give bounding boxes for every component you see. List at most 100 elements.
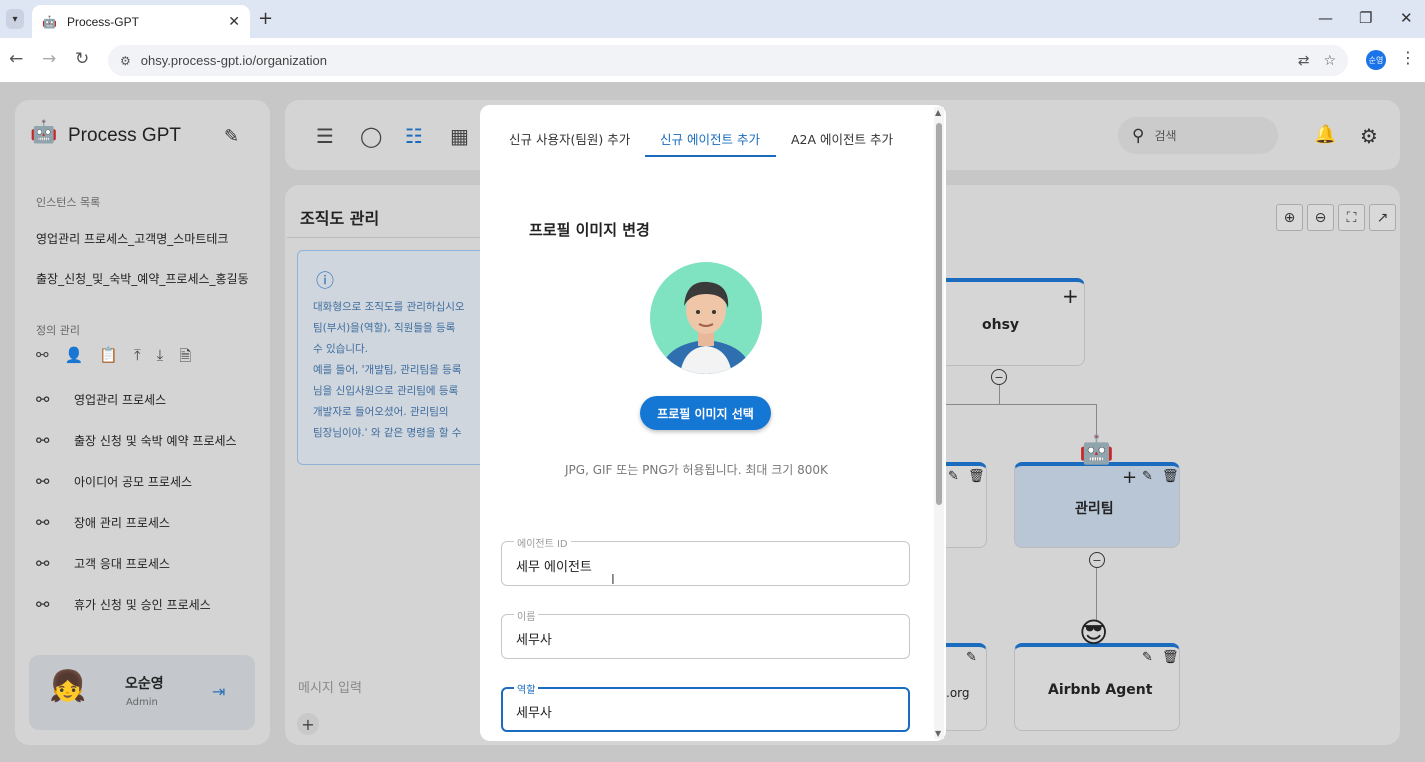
bookmark-star-icon[interactable]: ☆: [1323, 53, 1336, 69]
add-node-icon[interactable]: +: [1122, 467, 1137, 488]
forward-icon[interactable]: →: [42, 49, 56, 69]
tab-add-agent[interactable]: 신규 에이전트 추가: [660, 129, 760, 148]
process-flow-icon: ⚯: [36, 390, 50, 409]
tab-add-a2a-agent[interactable]: A2A 에이전트 추가: [791, 129, 893, 148]
zoom-in-icon[interactable]: ⊕: [1276, 204, 1303, 231]
new-tab-button[interactable]: +: [258, 8, 273, 29]
dialog-scrollbar-thumb[interactable]: [936, 123, 942, 505]
user-name: 오순영: [125, 676, 164, 692]
edit-node-icon[interactable]: ✎: [966, 650, 977, 665]
connector: [946, 404, 1097, 405]
translate-icon[interactable]: ⇄: [1298, 53, 1310, 69]
definitions-section-label: 정의 관리: [36, 324, 80, 337]
tab-indicator: [645, 155, 776, 157]
add-node-icon[interactable]: +: [1062, 284, 1079, 308]
address-bar[interactable]: ⚙ ohsy.process-gpt.io/organization ⇄ ☆: [108, 45, 1348, 76]
instance-item[interactable]: 출장_신청_및_숙박_예약_프로세스_홍길동: [36, 270, 256, 287]
download-icon[interactable]: ⤓: [157, 346, 164, 371]
document-icon[interactable]: 🗎: [179, 346, 191, 371]
reload-icon[interactable]: ↻: [75, 49, 89, 69]
org-node-agent-label: Airbnb Agent: [1048, 682, 1153, 698]
process-flow-icon: ⚯: [36, 431, 50, 450]
tab-search-chevron-icon[interactable]: ▾: [6, 9, 24, 29]
maximize-icon[interactable]: ❐: [1359, 9, 1372, 27]
close-window-icon[interactable]: ✕: [1400, 9, 1413, 27]
minimize-icon[interactable]: —: [1318, 9, 1333, 27]
back-icon[interactable]: ←: [9, 49, 23, 69]
connector: [1096, 404, 1097, 436]
edit-icon[interactable]: ✎: [224, 126, 239, 147]
process-item[interactable]: ⚯ 장애 관리 프로세스: [36, 513, 170, 532]
upload-icon[interactable]: ⤒: [134, 346, 141, 371]
url-text: ohsy.process-gpt.io/organization: [140, 53, 327, 68]
edit-node-icon[interactable]: ✎: [1142, 650, 1153, 665]
sort-icon[interactable]: ☰: [316, 124, 334, 148]
favicon-robot-icon: 🤖: [42, 14, 57, 29]
scroll-down-icon[interactable]: ▼: [935, 729, 941, 738]
edit-node-icon[interactable]: ✎: [948, 469, 959, 484]
notification-bell-icon[interactable]: 🔔: [1314, 124, 1336, 145]
delete-node-icon[interactable]: 🗑: [1162, 650, 1179, 665]
zoom-out-icon[interactable]: ⊖: [1307, 204, 1334, 231]
message-input[interactable]: 메시지 입력: [298, 677, 362, 696]
open-external-icon[interactable]: ↗: [1369, 204, 1396, 231]
scroll-up-icon[interactable]: ▲: [935, 108, 941, 117]
app-logo-robot-icon: 🤖: [30, 120, 58, 145]
user-role: Admin: [126, 697, 158, 708]
agent-avatar: 😎: [1079, 616, 1109, 649]
close-tab-icon[interactable]: ✕: [228, 14, 240, 30]
process-flow-icon: ⚯: [36, 554, 50, 573]
process-item[interactable]: ⚯ 휴가 신청 및 승인 프로세스: [36, 595, 211, 614]
browser-profile-avatar[interactable]: 순영: [1366, 50, 1386, 70]
instances-section-label: 인스턴스 목록: [36, 196, 101, 209]
grid-view-icon[interactable]: ▦: [450, 124, 469, 148]
role-label: 역할: [514, 681, 539, 696]
logout-icon[interactable]: ⇥: [212, 682, 225, 701]
team-robot-avatar: 🤖: [1079, 433, 1114, 466]
settings-gear-icon[interactable]: ⚙: [1360, 124, 1378, 148]
name-label: 이름: [514, 608, 539, 623]
instance-item[interactable]: 영업관리 프로세스_고객명_스마트테크: [36, 230, 256, 247]
process-flow-icon: ⚯: [36, 472, 50, 491]
org-node-team-label: 관리팀: [1075, 501, 1114, 517]
clipboard-icon[interactable]: 📋: [99, 346, 118, 371]
role-value: 세무사: [516, 706, 552, 721]
list-view-icon[interactable]: ☷: [405, 124, 423, 148]
partial-node-label: .org: [946, 686, 970, 700]
person-avatar-icon: [660, 281, 752, 374]
process-item[interactable]: ⚯ 고객 응대 프로세스: [36, 554, 170, 573]
process-map-icon[interactable]: ⚯: [36, 346, 49, 371]
process-item[interactable]: ⚯ 아이디어 공모 프로세스: [36, 472, 192, 491]
attach-plus-button[interactable]: +: [297, 713, 319, 735]
name-value: 세무사: [516, 633, 552, 648]
delete-node-icon[interactable]: 🗑: [968, 469, 985, 484]
fit-screen-icon[interactable]: ⛶: [1338, 204, 1365, 231]
collapse-icon[interactable]: −: [1089, 552, 1105, 568]
definition-toolbar: ⚯ 👤 📋 ⤒ ⤓ 🗎: [36, 346, 191, 371]
page-title: 조직도 관리: [300, 209, 380, 228]
role-field[interactable]: [501, 687, 910, 732]
profile-avatar-image: [650, 262, 762, 374]
info-text: 대화형으로 조직도를 관리하십시오 팀(부서)을(역할), 직원들을 등록 수 …: [313, 301, 465, 439]
name-field[interactable]: [501, 614, 910, 659]
browser-menu-icon[interactable]: ⋮: [1400, 48, 1416, 67]
browser-tab[interactable]: 🤖 Process-GPT ✕: [32, 5, 250, 38]
agent-id-label: 에이전트 ID: [514, 535, 571, 550]
tab-add-user[interactable]: 신규 사용자(팀원) 추가: [509, 129, 630, 148]
edit-node-icon[interactable]: ✎: [1142, 469, 1153, 484]
zoom-controls: ⊕ ⊖ ⛶ ↗: [1276, 204, 1396, 231]
organization-icon[interactable]: 👤: [65, 346, 84, 371]
org-node-root-label: ohsy: [982, 317, 1020, 333]
collapse-icon[interactable]: −: [991, 369, 1007, 385]
app-title: Process GPT: [68, 125, 181, 146]
select-profile-image-button[interactable]: 프로필 이미지 선택: [640, 396, 771, 430]
info-icon: ⓘ: [316, 271, 334, 292]
process-item[interactable]: ⚯ 출장 신청 및 숙박 예약 프로세스: [36, 431, 237, 450]
site-info-icon[interactable]: ⚙: [120, 54, 131, 68]
chat-icon[interactable]: ◯: [360, 124, 382, 148]
delete-node-icon[interactable]: 🗑: [1162, 469, 1179, 484]
process-item[interactable]: ⚯ 영업관리 프로세스: [36, 390, 166, 409]
search-box[interactable]: ⚲ 검색: [1118, 117, 1278, 154]
text-cursor-icon: I: [611, 573, 615, 588]
connector: [1096, 568, 1097, 620]
